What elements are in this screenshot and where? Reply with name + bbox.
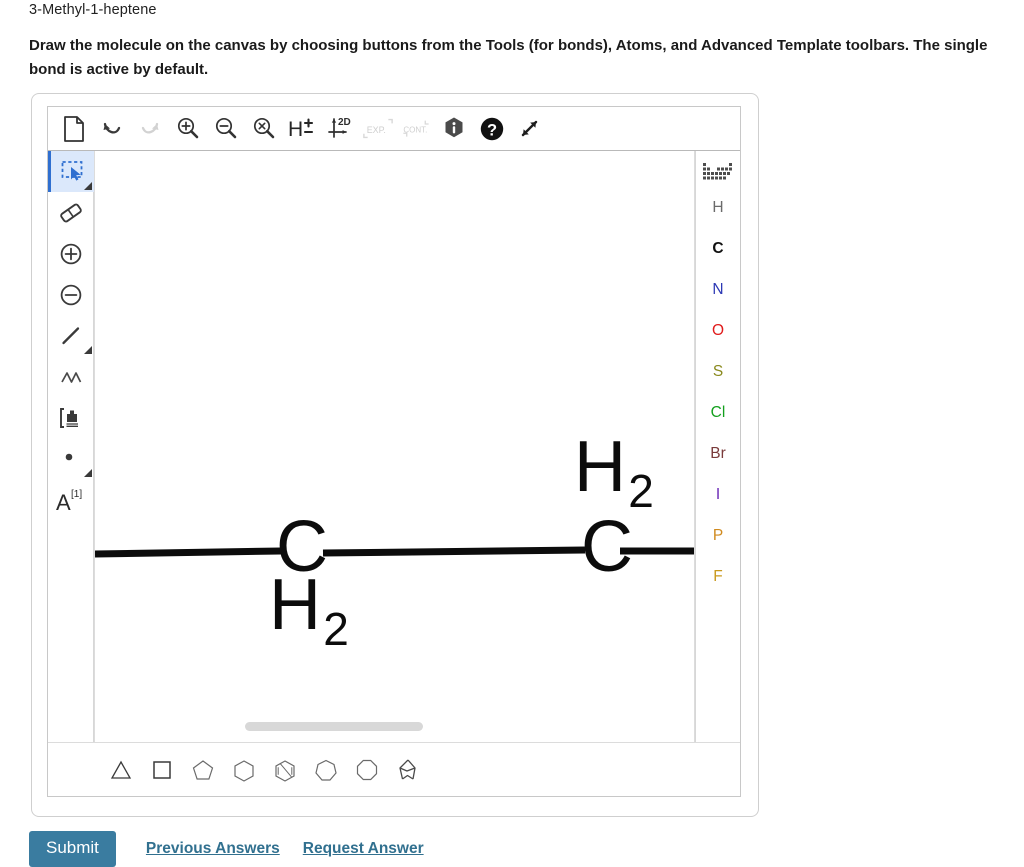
molecule-editor-panel: H 2D EXP. CONT. ? A [1] C H 2 H 2 C H C … bbox=[31, 93, 759, 817]
atom-button-s[interactable]: S bbox=[696, 351, 741, 392]
periodic-table-icon[interactable] bbox=[696, 157, 741, 187]
tool-bracket[interactable] bbox=[48, 397, 94, 438]
help-icon[interactable]: ? bbox=[476, 111, 508, 147]
svg-text:?: ? bbox=[487, 121, 497, 139]
atom-button-br[interactable]: Br bbox=[696, 433, 741, 474]
atom-button-n[interactable]: N bbox=[696, 269, 741, 310]
answer-actions: Submit Previous Answers Request Answer bbox=[29, 831, 424, 867]
svg-text:2D: 2D bbox=[338, 117, 351, 128]
atom-button-c[interactable]: C bbox=[696, 228, 741, 269]
svg-text:C: C bbox=[581, 507, 633, 587]
zoom-reset-icon[interactable] bbox=[248, 111, 280, 147]
svg-text:[1]: [1] bbox=[71, 489, 82, 500]
redo-icon[interactable] bbox=[134, 111, 166, 147]
atom-button-i[interactable]: I bbox=[696, 474, 741, 515]
svg-text:A: A bbox=[56, 490, 71, 514]
tool-select-submenu-indicator[interactable] bbox=[84, 182, 92, 190]
template-cyclohexane[interactable] bbox=[223, 749, 264, 791]
template-cyclobutane[interactable] bbox=[141, 749, 182, 791]
atom-button-h[interactable]: H bbox=[696, 187, 741, 228]
tools-rail: A [1] bbox=[48, 151, 94, 742]
atom-button-o[interactable]: O bbox=[696, 310, 741, 351]
info-icon[interactable] bbox=[438, 111, 470, 147]
template-norbornane[interactable] bbox=[387, 749, 428, 791]
tool-chain[interactable] bbox=[48, 356, 94, 397]
tool-radical-submenu-indicator[interactable] bbox=[84, 469, 92, 477]
template-cyclopentane[interactable] bbox=[182, 749, 223, 791]
tool-atom-label[interactable]: A [1] bbox=[48, 479, 94, 520]
submit-button[interactable]: Submit bbox=[29, 831, 116, 867]
molecule-structure: C H 2 H 2 C bbox=[95, 427, 694, 655]
svg-text:EXP.: EXP. bbox=[367, 124, 386, 134]
template-benzene[interactable] bbox=[264, 749, 305, 791]
fullscreen-icon[interactable] bbox=[514, 111, 546, 147]
top-toolbar: H 2D EXP. CONT. ? bbox=[48, 107, 740, 151]
zoom-in-icon[interactable] bbox=[172, 111, 204, 147]
svg-text:2: 2 bbox=[323, 603, 349, 655]
clean-2d-icon[interactable]: 2D bbox=[324, 111, 356, 147]
instruction-text: Draw the molecule on the canvas by choos… bbox=[29, 37, 988, 78]
atom-button-f[interactable]: F bbox=[696, 556, 741, 597]
contract-groups-icon[interactable]: CONT. bbox=[400, 111, 432, 147]
drawing-canvas[interactable]: C H 2 H 2 C bbox=[94, 151, 695, 742]
templates-toolbar bbox=[48, 742, 740, 796]
previous-answers-link[interactable]: Previous Answers bbox=[146, 840, 280, 858]
svg-text:H: H bbox=[269, 565, 321, 645]
svg-text:H: H bbox=[288, 118, 303, 141]
template-cycloheptane[interactable] bbox=[305, 749, 346, 791]
zoom-out-icon[interactable] bbox=[210, 111, 242, 147]
atom-button-p[interactable]: P bbox=[696, 515, 741, 556]
compound-name: 3-Methyl-1-heptene bbox=[29, 2, 157, 18]
tool-eraser[interactable] bbox=[48, 192, 94, 233]
template-cyclopropane[interactable] bbox=[100, 749, 141, 791]
tool-decrease-charge[interactable] bbox=[48, 274, 94, 315]
atom-button-cl[interactable]: Cl bbox=[696, 392, 741, 433]
tool-radical[interactable] bbox=[48, 438, 94, 479]
tool-select[interactable] bbox=[48, 151, 94, 192]
undo-icon[interactable] bbox=[96, 111, 128, 147]
request-answer-link[interactable]: Request Answer bbox=[303, 840, 424, 858]
new-document-icon[interactable] bbox=[58, 111, 90, 147]
tool-increase-charge[interactable] bbox=[48, 233, 94, 274]
svg-text:H: H bbox=[574, 427, 626, 507]
tool-single-bond[interactable] bbox=[48, 315, 94, 356]
expand-groups-icon[interactable]: EXP. bbox=[362, 111, 394, 147]
template-cyclooctane[interactable] bbox=[346, 749, 387, 791]
canvas-horizontal-scrollbar[interactable] bbox=[245, 722, 423, 731]
molecule-editor-frame: H 2D EXP. CONT. ? A [1] C H 2 H 2 C H C … bbox=[47, 106, 741, 797]
atoms-rail: H C N O S Cl Br I P F bbox=[695, 151, 740, 742]
hydrogen-toggle-icon[interactable]: H bbox=[286, 111, 318, 147]
tool-single-bond-submenu-indicator[interactable] bbox=[84, 346, 92, 354]
